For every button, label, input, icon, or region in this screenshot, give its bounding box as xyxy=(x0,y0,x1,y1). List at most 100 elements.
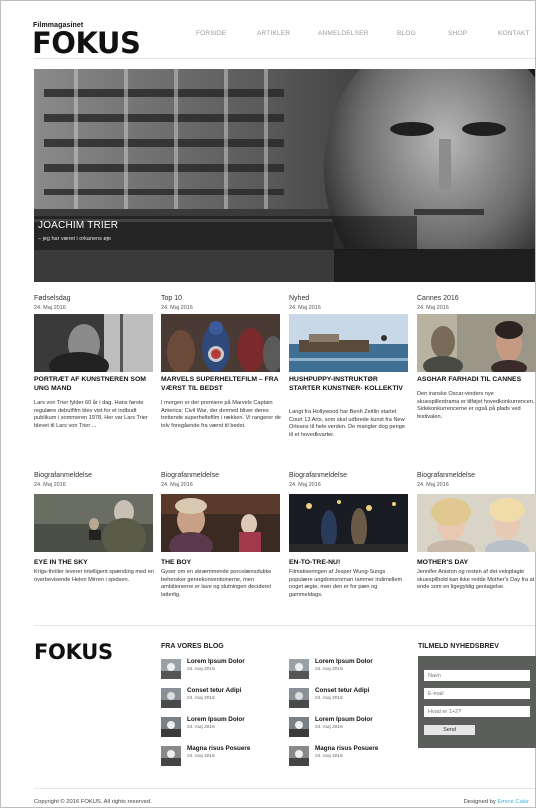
article-card[interactable]: Fødselsdag 24. Maj 2016 PORTRÆT AF KUNST… xyxy=(34,294,153,454)
footer-logo[interactable]: FOKUS xyxy=(34,640,113,664)
blog-heading: FRA VORES BLOG xyxy=(161,643,224,650)
article-date: 24. Maj 2016 xyxy=(289,482,321,488)
article-excerpt: Lars von Trier fylder 60 år i dag. Hans … xyxy=(34,400,148,429)
article-excerpt: Gyser om en skræmmende porcelænsdukke be… xyxy=(161,569,272,598)
article-thumbnail[interactable] xyxy=(417,494,536,552)
article-card[interactable]: Top 10 24. Maj 2016 MARVELS SUPERHELTEFI… xyxy=(161,294,283,454)
article-card[interactable]: Nyhed 24. Maj 2016 HUSHPUPPY-INSTRUKTØR … xyxy=(289,294,408,454)
blog-date: 24. maj 2016 xyxy=(187,754,215,759)
article-excerpt: Langt fra Hollywood har Benh Zeitlin sta… xyxy=(289,409,405,438)
blog-date: 24. maj 2016 xyxy=(187,696,215,701)
blog-title[interactable]: Conset tetur Adipi xyxy=(187,687,241,694)
blog-item[interactable]: Lorem Ipsum Dolor 24. maj 2016 xyxy=(289,716,409,740)
blog-title[interactable]: Magna risus Posuere xyxy=(315,745,378,752)
hero-title[interactable]: JOACHIM TRIER xyxy=(38,220,118,231)
newsletter-send-button[interactable]: Send xyxy=(424,725,475,735)
article-date: 24. Maj 2016 xyxy=(34,482,66,488)
footer-divider xyxy=(34,625,535,626)
blog-title[interactable]: Lorem Ipsum Dolor xyxy=(187,716,245,723)
blog-thumbnail xyxy=(289,659,309,679)
article-card[interactable]: Biografanmeldelse 24. Maj 2016 MOTHER'S … xyxy=(417,471,536,601)
newsletter-email-input[interactable] xyxy=(424,688,530,699)
blog-thumbnail xyxy=(289,717,309,737)
article-category: Biografanmeldelse xyxy=(161,472,219,479)
nav-artikler[interactable]: ARTIKLER xyxy=(257,30,290,37)
newsletter-heading: TILMELD NYHEDSBREV xyxy=(418,643,499,650)
nav-shop[interactable]: SHOP xyxy=(448,30,467,37)
article-category: Biografanmeldelse xyxy=(34,472,92,479)
article-category: Top 10 xyxy=(161,295,183,302)
article-category: Nyhed xyxy=(289,295,310,302)
copyright-text: Copyright © 2016 FOKUS. All rights reser… xyxy=(34,799,152,805)
article-card[interactable]: Biografanmeldelse 24. Maj 2016 THE BOY G… xyxy=(161,471,280,601)
blog-item[interactable]: Conset tetur Adipi 24. maj 2016 xyxy=(289,687,409,711)
article-thumbnail[interactable] xyxy=(34,314,153,372)
bottom-divider xyxy=(34,788,535,789)
article-date: 24. Maj 2016 xyxy=(161,305,193,311)
nav-blog[interactable]: BLOG xyxy=(397,30,416,37)
blog-date: 24. maj 2016 xyxy=(315,667,343,672)
article-thumbnail[interactable] xyxy=(289,314,408,372)
hero-banner[interactable]: JOACHIM TRIER – jeg har været i orkanens… xyxy=(34,69,535,282)
designed-by-label: Designed by xyxy=(463,799,498,805)
article-card[interactable]: Biografanmeldelse 24. Maj 2016 EN-TO-TRE… xyxy=(289,471,408,601)
blog-item[interactable]: Conset tetur Adipi 24. maj 2016 xyxy=(161,687,281,711)
article-title[interactable]: HUSHPUPPY-INSTRUKTØR STARTER KUNSTNER- K… xyxy=(289,376,411,393)
blog-item[interactable]: Lorem Ipsum Dolor 24. maj 2016 xyxy=(161,658,281,682)
article-excerpt: Jennifer Aniston og resten af det velopl… xyxy=(417,569,535,591)
article-date: 24. Maj 2016 xyxy=(34,305,66,311)
article-thumbnail[interactable] xyxy=(161,494,280,552)
newsletter-form: Send xyxy=(418,656,536,748)
article-category: Cannes 2016 xyxy=(417,295,459,302)
article-title[interactable]: THE BOY xyxy=(161,559,283,568)
blog-title[interactable]: Magna risus Posuere xyxy=(187,745,250,752)
article-thumbnail[interactable] xyxy=(161,314,280,372)
blog-item[interactable]: Lorem Ipsum Dolor 24. maj 2016 xyxy=(161,716,281,740)
article-title[interactable]: PORTRÆT AF KUNSTNEREN SOM UNG MAND xyxy=(34,376,156,393)
article-thumbnail[interactable] xyxy=(417,314,536,372)
article-thumbnail[interactable] xyxy=(34,494,153,552)
newsletter-captcha-input[interactable] xyxy=(424,706,530,717)
blog-thumbnail xyxy=(161,717,181,737)
article-date: 24. Maj 2016 xyxy=(417,482,449,488)
article-excerpt: Filmatiseringen af Jesper Wung-Sungs pop… xyxy=(289,569,403,598)
article-category: Biografanmeldelse xyxy=(417,472,475,479)
blog-title[interactable]: Conset tetur Adipi xyxy=(315,687,369,694)
blog-date: 24. maj 2016 xyxy=(187,725,215,730)
blog-date: 24. maj 2016 xyxy=(187,667,215,672)
article-title[interactable]: EYE IN THE SKY xyxy=(34,559,156,568)
nav-kontakt[interactable]: KONTAKT xyxy=(498,30,530,37)
article-card[interactable]: Biografanmeldelse 24. Maj 2016 EYE IN TH… xyxy=(34,471,156,601)
blog-date: 24. maj 2016 xyxy=(315,725,343,730)
article-card[interactable]: Cannes 2016 24. Maj 2016 ASGHAR FARHADI … xyxy=(417,294,536,454)
blog-item[interactable]: Magna risus Posuere 24. maj 2016 xyxy=(161,745,281,769)
article-title[interactable]: EN-TO-TRE-NU! xyxy=(289,559,411,568)
article-title[interactable]: MARVELS SUPERHELTEFILM – FRA VÆRST TIL B… xyxy=(161,376,283,393)
nav-anmeldelser[interactable]: ANMELDELSER xyxy=(318,30,369,37)
blog-thumbnail xyxy=(289,746,309,766)
article-category: Fødselsdag xyxy=(34,295,71,302)
blog-item[interactable]: Lorem Ipsum Dolor 24. maj 2016 xyxy=(289,658,409,682)
article-thumbnail[interactable] xyxy=(289,494,408,552)
blog-item[interactable]: Magna risus Posuere 24. maj 2016 xyxy=(289,745,409,769)
nav-forside[interactable]: FORSIDE xyxy=(196,30,226,37)
blog-date: 24. maj 2016 xyxy=(315,696,343,701)
blog-thumbnail xyxy=(161,746,181,766)
article-excerpt: Den iranske Oscar-vinders nye skuespille… xyxy=(417,391,535,420)
article-category: Biografanmeldelse xyxy=(289,472,347,479)
hero-image xyxy=(34,69,535,282)
article-date: 24. Maj 2016 xyxy=(417,305,449,311)
header-divider xyxy=(34,58,535,59)
blog-title[interactable]: Lorem Ipsum Dolor xyxy=(315,716,373,723)
main-nav: FORSIDE ARTIKLER ANMELDELSER BLOG SHOP K… xyxy=(1,30,536,40)
article-title[interactable]: MOTHER'S DAY xyxy=(417,559,536,568)
blog-title[interactable]: Lorem Ipsum Dolor xyxy=(187,658,245,665)
newsletter-name-input[interactable] xyxy=(424,670,530,681)
designer-link[interactable]: Emine Cakir xyxy=(497,799,529,805)
article-date: 24. Maj 2016 xyxy=(289,305,321,311)
designed-by: Designed by Emine Cakir xyxy=(464,799,529,805)
blog-title[interactable]: Lorem Ipsum Dolor xyxy=(315,658,373,665)
blog-thumbnail xyxy=(161,659,181,679)
article-title[interactable]: ASGHAR FARHADI TIL CANNES xyxy=(417,376,536,385)
blog-thumbnail xyxy=(161,688,181,708)
